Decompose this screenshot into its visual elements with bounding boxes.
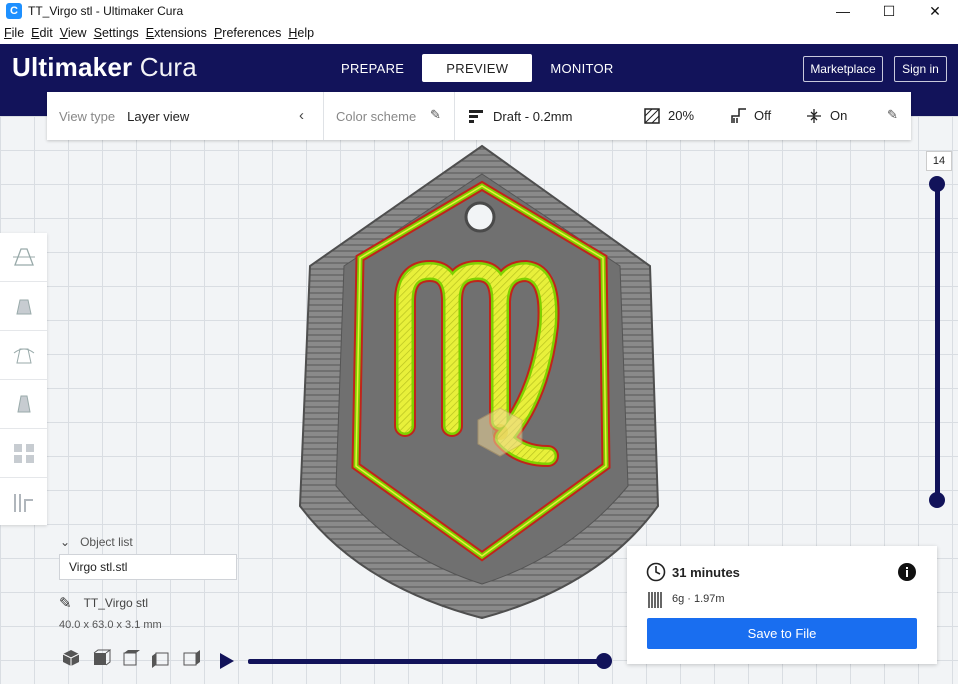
support-blocker-tool[interactable] bbox=[0, 478, 47, 526]
per-model-settings-tool[interactable] bbox=[0, 429, 47, 478]
layer-slider-track[interactable] bbox=[935, 183, 940, 501]
material-usage: 6g · 1.97m bbox=[672, 593, 725, 605]
front-view-icon[interactable] bbox=[91, 648, 111, 668]
view-type-selector[interactable]: View type Layer view ‹ bbox=[47, 92, 324, 140]
object-dimensions: 40.0 x 63.0 x 3.1 mm bbox=[59, 619, 162, 631]
current-layer-number[interactable]: 14 bbox=[926, 151, 952, 171]
left-toolbar bbox=[0, 233, 47, 525]
profile-bars-icon bbox=[469, 110, 483, 123]
color-scheme-label: Color scheme bbox=[336, 108, 417, 124]
print-time: 31 minutes bbox=[672, 565, 740, 580]
right-view-icon[interactable] bbox=[181, 648, 201, 668]
simulation-slider-handle[interactable] bbox=[596, 653, 612, 669]
object-name-row: ✎ TT_Virgo stl bbox=[59, 594, 148, 612]
sign-in-button[interactable]: Sign in bbox=[894, 56, 947, 82]
marketplace-button[interactable]: Marketplace bbox=[803, 56, 883, 82]
left-view-icon[interactable] bbox=[151, 648, 171, 668]
menu-preferences[interactable]: Preferences bbox=[211, 26, 284, 40]
scale-icon bbox=[15, 299, 32, 315]
infill-icon bbox=[644, 108, 660, 124]
view-type-value: Layer view bbox=[127, 108, 190, 124]
layer-slider-bottom-handle[interactable] bbox=[929, 492, 945, 508]
minimize-button[interactable]: — bbox=[820, 0, 866, 22]
maximize-button[interactable]: ☐ bbox=[866, 0, 912, 22]
view-settings-panel: View type Layer view ‹ Color scheme ✎ Dr… bbox=[47, 92, 911, 140]
keyring-hole bbox=[464, 201, 496, 233]
rotate-tool[interactable] bbox=[0, 331, 47, 380]
move-tool[interactable] bbox=[0, 233, 47, 282]
support-value: Off bbox=[754, 108, 772, 123]
menu-settings[interactable]: Settings bbox=[91, 26, 142, 40]
save-to-file-button[interactable]: Save to File bbox=[647, 618, 917, 649]
layer-slider-top-handle[interactable] bbox=[929, 176, 945, 192]
chevron-down-icon: ⌄ bbox=[60, 535, 71, 549]
tab-preview[interactable]: PREVIEW bbox=[422, 54, 533, 82]
object-name: TT_Virgo stl bbox=[83, 596, 149, 610]
filament-spool-icon bbox=[648, 592, 662, 608]
view-type-label: View type bbox=[59, 108, 116, 124]
move-icon bbox=[12, 248, 35, 266]
window-title: TT_Virgo stl - Ultimaker Cura bbox=[28, 4, 184, 18]
mirror-tool[interactable] bbox=[0, 380, 47, 429]
menu-extensions[interactable]: Extensions bbox=[143, 26, 210, 40]
per-model-settings-icon bbox=[13, 444, 34, 463]
menu-help[interactable]: Help bbox=[285, 26, 317, 40]
mirror-icon bbox=[16, 395, 31, 413]
camera-view-buttons bbox=[61, 648, 201, 668]
object-list-header[interactable]: ⌄ Object list bbox=[60, 535, 133, 549]
close-button[interactable]: ✕ bbox=[912, 0, 958, 22]
chevron-left-icon[interactable]: ‹ bbox=[299, 107, 304, 124]
print-summary-panel: 31 minutes 6g · 1.97m Save to File bbox=[627, 546, 937, 664]
tab-prepare[interactable]: PREPARE bbox=[323, 54, 422, 82]
object-list-item[interactable]: Virgo stl.stl bbox=[59, 554, 237, 580]
color-scheme-selector[interactable]: Color scheme ✎ bbox=[324, 92, 455, 140]
top-view-icon[interactable] bbox=[121, 648, 141, 668]
infill-value: 20% bbox=[668, 108, 695, 123]
window-controls: — ☐ ✕ bbox=[820, 0, 958, 22]
title-bar: C TT_Virgo stl - Ultimaker Cura — ☐ ✕ bbox=[0, 0, 958, 22]
pencil-icon[interactable]: ✎ bbox=[430, 107, 441, 123]
ultimaker-cura-logo: Ultimaker Cura bbox=[12, 52, 197, 82]
pencil-icon[interactable]: ✎ bbox=[59, 594, 72, 612]
edit-settings-icon[interactable]: ✎ bbox=[887, 107, 898, 123]
clock-icon bbox=[646, 562, 666, 582]
menu-bar: File Edit View Settings Extensions Prefe… bbox=[0, 22, 958, 44]
rotate-icon bbox=[13, 348, 34, 364]
support-blocker-icon bbox=[13, 494, 33, 512]
3d-view-icon[interactable] bbox=[61, 648, 81, 668]
stage-tabs: PREPARE PREVIEW MONITOR bbox=[323, 54, 632, 82]
scale-tool[interactable] bbox=[0, 282, 47, 331]
print-profile: Draft - 0.2mm bbox=[493, 108, 573, 124]
adhesion-value: On bbox=[830, 108, 848, 123]
cura-app-icon: C bbox=[6, 3, 22, 19]
simulation-slider-track[interactable] bbox=[248, 659, 606, 664]
info-icon[interactable] bbox=[898, 563, 916, 581]
play-icon[interactable] bbox=[218, 652, 236, 670]
support-icon bbox=[731, 108, 746, 123]
menu-edit[interactable]: Edit bbox=[28, 26, 56, 40]
print-settings-selector[interactable]: Draft - 0.2mm 20% Off On ✎ bbox=[455, 92, 911, 140]
tab-monitor[interactable]: MONITOR bbox=[532, 54, 631, 82]
adhesion-icon bbox=[807, 109, 821, 123]
object-list-label: Object list bbox=[80, 535, 133, 549]
menu-view[interactable]: View bbox=[57, 26, 90, 40]
menu-file[interactable]: File bbox=[1, 26, 27, 40]
